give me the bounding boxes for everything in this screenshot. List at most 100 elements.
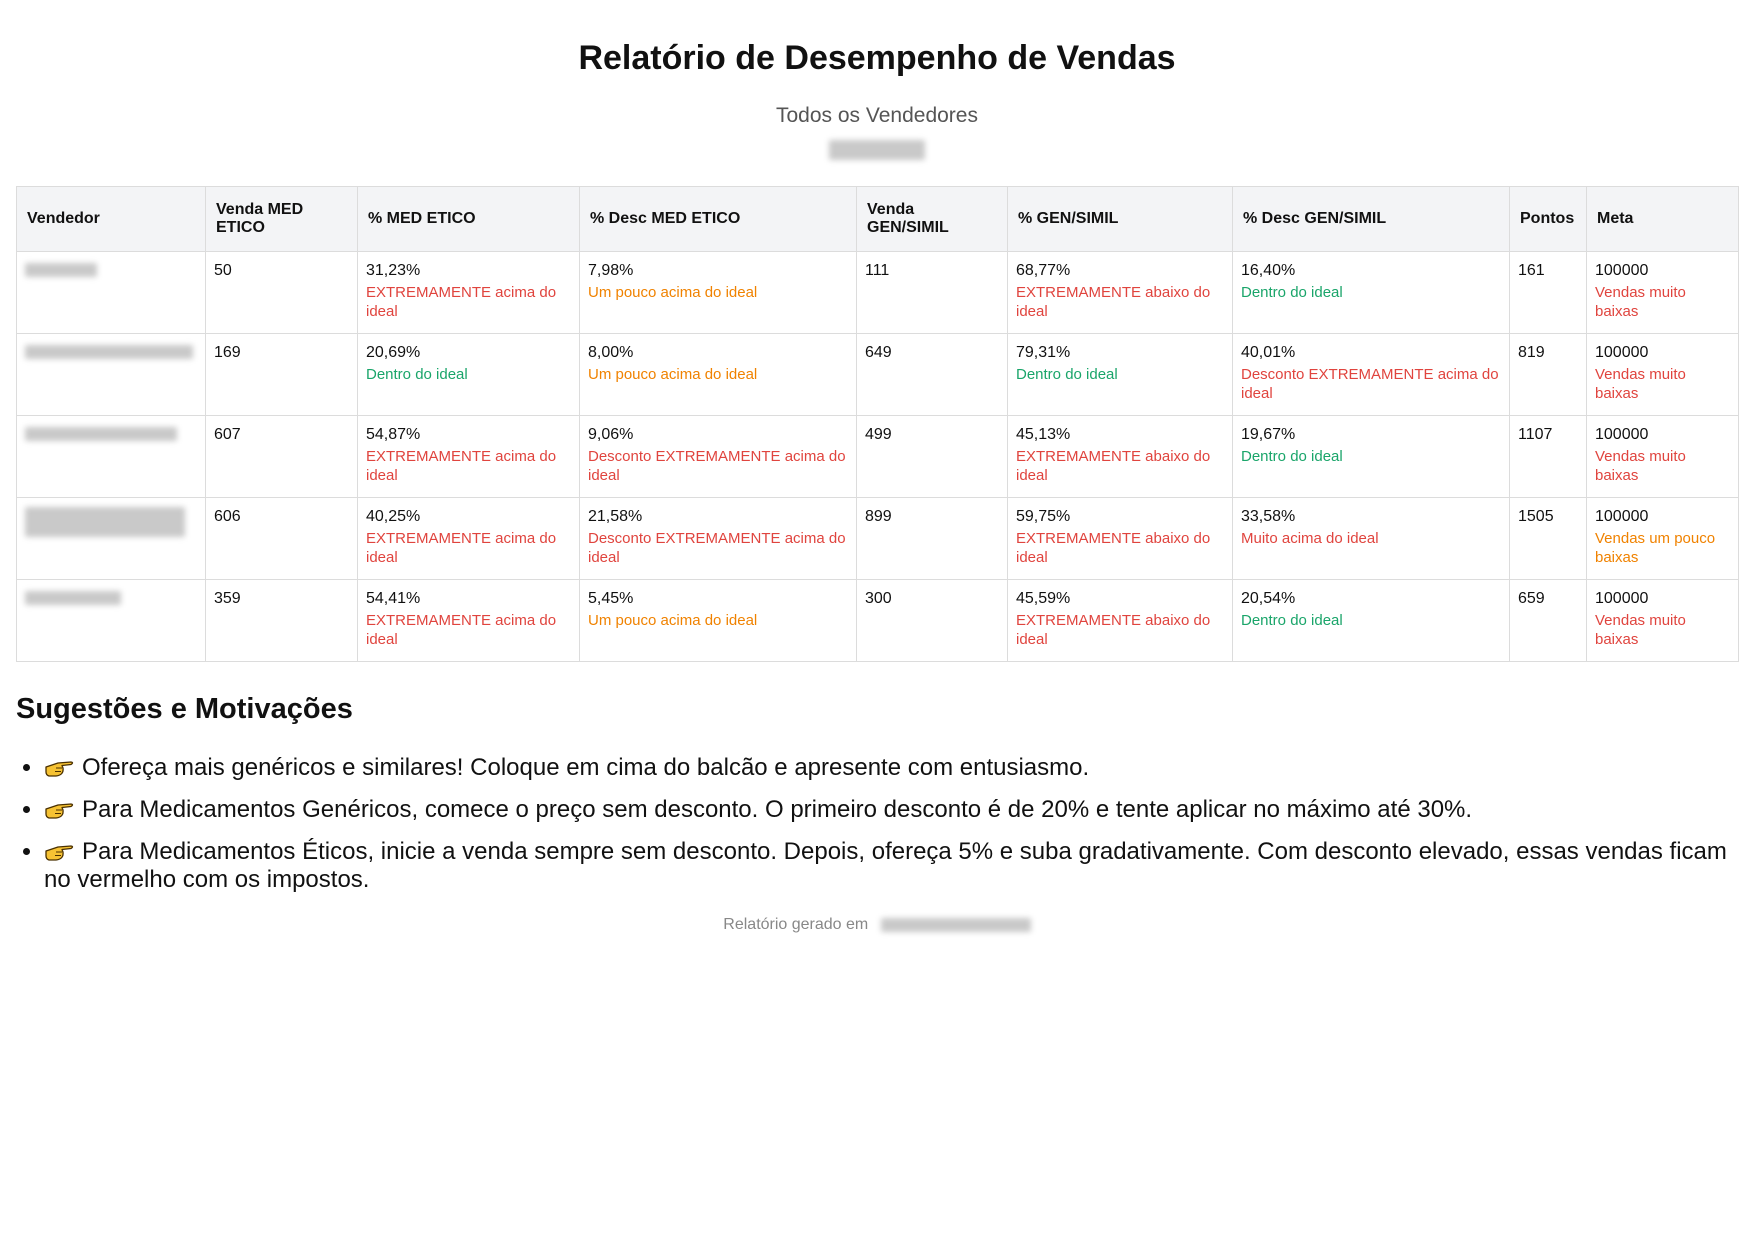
- meta-status: Vendas um pouco baixas: [1595, 530, 1716, 566]
- table-row: 50 31,23% EXTREMAMENTE acima do ideal 7,9…: [16, 251, 1739, 334]
- meta-status: Vendas muito baixas: [1595, 366, 1686, 402]
- header-pct-med-etico: % MED ETICO: [357, 186, 580, 252]
- desc-med-value: 21,58%: [588, 508, 643, 525]
- pct-med-status: Dentro do ideal: [366, 366, 468, 383]
- pointing-hand-icon: [45, 845, 74, 861]
- table-row: 359 54,41% EXTREMAMENTE acima do ideal 5,…: [16, 579, 1739, 662]
- venda-med-value: 606: [214, 508, 241, 525]
- desc-med-status: Desconto EXTREMAMENTE acima do ideal: [588, 530, 846, 566]
- meta-status: Vendas muito baixas: [1595, 284, 1686, 320]
- pontos-value: 819: [1518, 344, 1545, 361]
- desc-med-value: 5,45%: [588, 590, 634, 607]
- desc-gen-cell: 33,58% Muito acima do ideal: [1232, 497, 1510, 580]
- pontos-value: 1107: [1518, 426, 1553, 443]
- pct-med-cell: 40,25% EXTREMAMENTE acima do ideal: [357, 497, 580, 580]
- venda-med-cell: 606: [205, 497, 358, 580]
- desc-med-value: 9,06%: [588, 426, 634, 443]
- header-desc-med-etico: % Desc MED ETICO: [579, 186, 857, 252]
- meta-value: 100000: [1595, 508, 1649, 525]
- report-footer: Relatório gerado em: [16, 916, 1738, 934]
- vendedor-cell: [16, 415, 206, 498]
- meta-value: 100000: [1595, 262, 1649, 279]
- pct-gen-cell: 45,13% EXTREMAMENTE abaixo do ideal: [1007, 415, 1233, 498]
- venda-med-value: 169: [214, 344, 241, 361]
- meta-cell: 100000 Vendas muito baixas: [1586, 579, 1739, 662]
- pct-med-value: 31,23%: [366, 262, 421, 279]
- header-venda-gen-simil: Venda GEN/SIMIL: [856, 186, 1008, 252]
- desc-med-cell: 5,45% Um pouco acima do ideal: [579, 579, 857, 662]
- vendedor-cell: [16, 333, 206, 416]
- desc-med-cell: 21,58% Desconto EXTREMAMENTE acima do ide…: [579, 497, 857, 580]
- desc-med-value: 7,98%: [588, 262, 634, 279]
- desc-med-status: Um pouco acima do ideal: [588, 612, 758, 629]
- table-header-row: Vendedor Venda MED ETICO % MED ETICO % D…: [16, 186, 1739, 252]
- pct-med-cell: 31,23% EXTREMAMENTE acima do ideal: [357, 251, 580, 334]
- venda-med-cell: 359: [205, 579, 358, 662]
- pct-gen-cell: 79,31% Dentro do ideal: [1007, 333, 1233, 416]
- header-pontos: Pontos: [1509, 186, 1587, 252]
- suggestion-text: Para Medicamentos Éticos, inicie a venda…: [44, 838, 1727, 893]
- pontos-value: 1505: [1518, 508, 1554, 525]
- venda-med-value: 359: [214, 590, 241, 607]
- venda-med-cell: 169: [205, 333, 358, 416]
- venda-gen-value: 899: [865, 508, 892, 525]
- redacted-name: [25, 344, 193, 359]
- venda-med-cell: 50: [205, 251, 358, 334]
- desc-gen-cell: 40,01% Desconto EXTREMAMENTE acima do ide…: [1232, 333, 1510, 416]
- redacted-name: [25, 262, 97, 277]
- pct-gen-value: 45,13%: [1016, 426, 1071, 443]
- desc-gen-status: Dentro do ideal: [1241, 448, 1343, 465]
- pct-med-value: 20,69%: [366, 344, 421, 361]
- redacted-timestamp: [880, 917, 1031, 932]
- pct-gen-value: 59,75%: [1016, 508, 1071, 525]
- pct-gen-status: EXTREMAMENTE abaixo do ideal: [1016, 612, 1211, 648]
- desc-gen-value: 19,67%: [1241, 426, 1296, 443]
- meta-cell: 100000 Vendas muito baixas: [1586, 415, 1739, 498]
- list-item: Para Medicamentos Genéricos, comece o pr…: [44, 796, 1738, 824]
- desc-gen-value: 20,54%: [1241, 590, 1296, 607]
- pct-gen-value: 68,77%: [1016, 262, 1071, 279]
- pct-med-status: EXTREMAMENTE acima do ideal: [366, 448, 557, 484]
- meta-value: 100000: [1595, 590, 1649, 607]
- desc-med-status: Desconto EXTREMAMENTE acima do ideal: [588, 448, 846, 484]
- desc-med-value: 8,00%: [588, 344, 634, 361]
- pct-med-cell: 54,41% EXTREMAMENTE acima do ideal: [357, 579, 580, 662]
- table-row: 607 54,87% EXTREMAMENTE acima do ideal 9,…: [16, 415, 1739, 498]
- desc-med-status: Um pouco acima do ideal: [588, 366, 758, 383]
- venda-gen-cell: 300: [856, 579, 1008, 662]
- suggestion-text: Ofereça mais genéricos e similares! Colo…: [82, 754, 1090, 781]
- desc-gen-status: Dentro do ideal: [1241, 284, 1343, 301]
- venda-med-cell: 607: [205, 415, 358, 498]
- desc-gen-status: Muito acima do ideal: [1241, 530, 1379, 547]
- meta-status: Vendas muito baixas: [1595, 612, 1686, 648]
- pontos-cell: 161: [1509, 251, 1587, 334]
- desc-med-cell: 7,98% Um pouco acima do ideal: [579, 251, 857, 334]
- suggestions-title: Sugestões e Motivações: [16, 693, 353, 725]
- header-pct-gen-simil: % GEN/SIMIL: [1007, 186, 1233, 252]
- desc-gen-cell: 20,54% Dentro do ideal: [1232, 579, 1510, 662]
- venda-gen-cell: 899: [856, 497, 1008, 580]
- meta-value: 100000: [1595, 344, 1649, 361]
- venda-gen-cell: 649: [856, 333, 1008, 416]
- pontos-cell: 1505: [1509, 497, 1587, 580]
- pontos-cell: 1107: [1509, 415, 1587, 498]
- pontos-value: 161: [1518, 262, 1545, 279]
- pointing-hand-icon: [45, 803, 74, 819]
- header-desc-gen-simil: % Desc GEN/SIMIL: [1232, 186, 1510, 252]
- pct-med-value: 54,41%: [366, 590, 421, 607]
- pct-gen-status: EXTREMAMENTE abaixo do ideal: [1016, 530, 1211, 566]
- meta-cell: 100000 Vendas muito baixas: [1586, 251, 1739, 334]
- desc-gen-value: 33,58%: [1241, 508, 1296, 525]
- header-vendedor: Vendedor: [16, 186, 206, 252]
- pct-gen-value: 45,59%: [1016, 590, 1071, 607]
- pct-gen-value: 79,31%: [1016, 344, 1071, 361]
- venda-gen-value: 111: [865, 262, 890, 279]
- venda-med-value: 607: [214, 426, 241, 443]
- pct-med-status: EXTREMAMENTE acima do ideal: [366, 284, 557, 320]
- pct-med-value: 54,87%: [366, 426, 421, 443]
- pct-gen-cell: 45,59% EXTREMAMENTE abaixo do ideal: [1007, 579, 1233, 662]
- pct-med-value: 40,25%: [366, 508, 421, 525]
- vendedor-cell: [16, 497, 206, 580]
- desc-med-cell: 9,06% Desconto EXTREMAMENTE acima do idea…: [579, 415, 857, 498]
- desc-gen-status: Dentro do ideal: [1241, 612, 1343, 629]
